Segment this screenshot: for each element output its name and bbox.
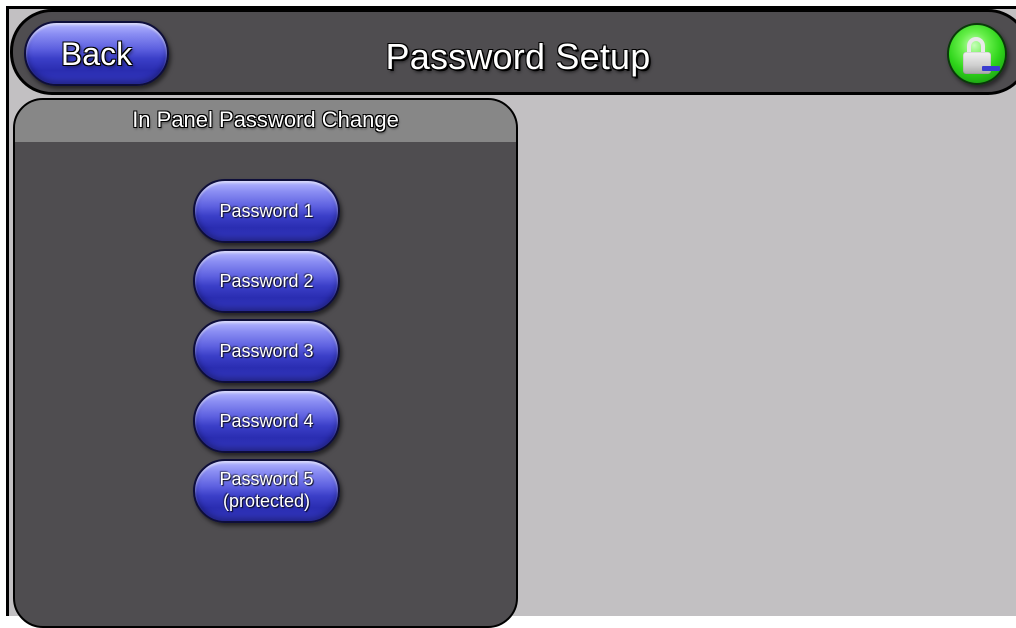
panel-title: In Panel Password Change: [132, 107, 399, 132]
back-button-label: Back: [60, 36, 133, 72]
password-2-button[interactable]: Password 2: [193, 249, 340, 313]
password-3-label: Password 3: [219, 341, 314, 361]
panel-header: In Panel Password Change: [15, 100, 516, 142]
password-2-label: Password 2: [219, 271, 314, 291]
password-3-button[interactable]: Password 3: [193, 319, 340, 383]
password-5-protected-label: (protected): [222, 491, 311, 511]
password-1-label: Password 1: [219, 201, 314, 221]
password-5-label: Password 5: [219, 469, 314, 489]
lock-icon-badge: [982, 66, 1000, 71]
password-1-button[interactable]: Password 1: [193, 179, 340, 243]
lock-icon-body: [963, 52, 1000, 74]
password-5-button[interactable]: Password 5 (protected): [193, 459, 340, 523]
lock-button[interactable]: [947, 23, 1007, 85]
password-4-button[interactable]: Password 4: [193, 389, 340, 453]
back-button[interactable]: Back: [24, 21, 169, 86]
password-change-panel: In Panel Password Change Password 1 Pass…: [13, 98, 518, 628]
password-4-label: Password 4: [219, 411, 314, 431]
